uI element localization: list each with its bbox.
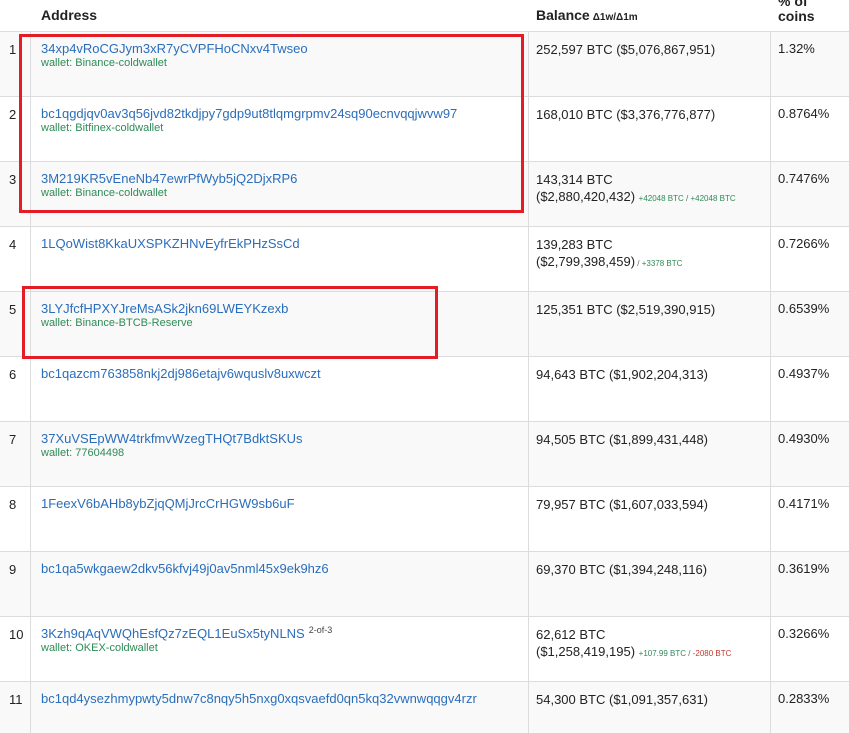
wallet-label: wallet: 77604498 [41,447,125,459]
percent-cell: 0.8764% [778,106,830,121]
rank-cell: 8 [9,497,17,512]
balance-btc: 139,283 BTC [536,237,613,252]
percent-header-line2: coins [778,8,815,24]
percent-cell: 0.4930% [778,431,830,446]
delta-month: +3378 BTC [641,259,683,268]
delta-week: +42048 BTC [638,194,684,203]
table-row: 9 bc1qa5wkgaew2dkv56kfvj49j0av5nml45x9ek… [0,552,849,617]
rank-cell: 10 [9,627,24,642]
percent-cell: 0.3266% [778,626,830,641]
percent-cell: 0.2833% [778,691,830,706]
balance-cell: 252,597 BTC ($5,076,867,951) [536,42,716,57]
delta-month: +42048 BTC [690,194,736,203]
balance-delta-header: Δ1w/Δ1m [592,12,638,23]
percent-column-header[interactable]: % of coins [778,0,815,24]
rank-cell: 11 [9,692,23,707]
multisig-badge: 2-of-3 [308,625,333,635]
wallet-label: wallet: OKEX-coldwallet [41,642,158,654]
percent-cell: 0.4171% [778,496,830,511]
balance-cell: 79,957 BTC ($1,607,033,594) [536,497,709,512]
column-divider [528,32,529,733]
percent-cell: 0.7266% [778,236,830,251]
rank-cell: 4 [9,237,17,252]
balance-cell: 54,300 BTC ($1,091,357,631) [536,692,709,707]
balance-header-label: Balance [536,7,590,23]
delta-month: -2080 BTC [692,649,732,658]
rank-cell: 3 [9,172,17,187]
percent-cell: 0.6539% [778,301,830,316]
balance-usd: ($2,799,398,459) [536,254,636,269]
table-row: 7 37XuVSEpWW4trkfmvWzegTHQt7BdktSKUs wal… [0,422,849,487]
rank-cell: 5 [9,302,17,317]
address-text: 3Kzh9qAqVWQhEsfQz7zEQL1EuSx5tyNLNS [41,626,305,641]
balance-cell: 62,612 BTC ($1,258,419,195) +107.99 BTC /… [536,626,731,662]
table-row: 10 3Kzh9qAqVWQhEsfQz7zEQL1EuSx5tyNLNS 2-o… [0,617,849,682]
balance-btc: 62,612 BTC [536,627,606,642]
address-column-header[interactable]: Address [41,7,97,23]
highlight-box [19,34,524,213]
balance-cell: 94,643 BTC ($1,902,204,313) [536,367,709,382]
balance-cell: 69,370 BTC ($1,394,248,116) [536,562,708,577]
delta-separator: / [635,259,642,268]
address-link[interactable]: 37XuVSEpWW4trkfmvWzegTHQt7BdktSKUs [41,431,303,446]
balance-cell: 94,505 BTC ($1,899,431,448) [536,432,709,447]
percent-cell: 1.32% [778,41,815,56]
balance-usd: ($1,258,419,195) [536,644,636,659]
address-link[interactable]: 3Kzh9qAqVWQhEsfQz7zEQL1EuSx5tyNLNS 2-of-3 [41,625,333,641]
balance-usd: ($2,880,420,432) [536,189,636,204]
rank-cell: 6 [9,367,17,382]
rank-cell: 1 [9,42,17,57]
rank-cell: 9 [9,562,17,577]
address-link[interactable]: bc1qazcm763858nkj2dj986etajv6wquslv8uxwc… [41,366,321,381]
balance-cell: 143,314 BTC ($2,880,420,432) +42048 BTC /… [536,171,736,207]
delta-separator: / [686,649,693,658]
balance-cell: 168,010 BTC ($3,376,776,877) [536,107,716,122]
address-link[interactable]: bc1qd4ysezhmypwty5dnw7c8nqy5h5nxg0xqsvae… [41,691,477,706]
balance-column-header[interactable]: Balance Δ1w/Δ1m [536,7,638,23]
column-divider [770,32,771,733]
rank-cell: 2 [9,107,17,122]
address-link[interactable]: 1FeexV6bAHb8ybZjqQMjJrcCrHGW9sb6uF [41,496,295,511]
percent-cell: 0.3619% [778,561,830,576]
highlight-box [22,286,438,359]
table-row: 8 1FeexV6bAHb8ybZjqQMjJrcCrHGW9sb6uF 79,… [0,487,849,552]
balance-btc: 143,314 BTC [536,172,613,187]
address-link[interactable]: 1LQoWist8KkaUXSPKZHNvEyfrEkPHzSsCd [41,236,300,251]
table-row: 6 bc1qazcm763858nkj2dj986etajv6wquslv8ux… [0,357,849,422]
balance-cell: 139,283 BTC ($2,799,398,459) / +3378 BTC [536,236,682,272]
table-row: 11 bc1qd4ysezhmypwty5dnw7c8nqy5h5nxg0xqs… [0,682,849,733]
delta-week: +107.99 BTC [638,649,687,658]
percent-cell: 0.7476% [778,171,830,186]
table-header: Address Balance Δ1w/Δ1m % of coins [0,0,849,32]
table-row: 4 1LQoWist8KkaUXSPKZHNvEyfrEkPHzSsCd 139… [0,227,849,292]
address-link[interactable]: bc1qa5wkgaew2dkv56kfvj49j0av5nml45x9ek9h… [41,561,329,576]
balance-cell: 125,351 BTC ($2,519,390,915) [536,302,716,317]
percent-cell: 0.4937% [778,366,830,381]
rank-cell: 7 [9,432,17,447]
